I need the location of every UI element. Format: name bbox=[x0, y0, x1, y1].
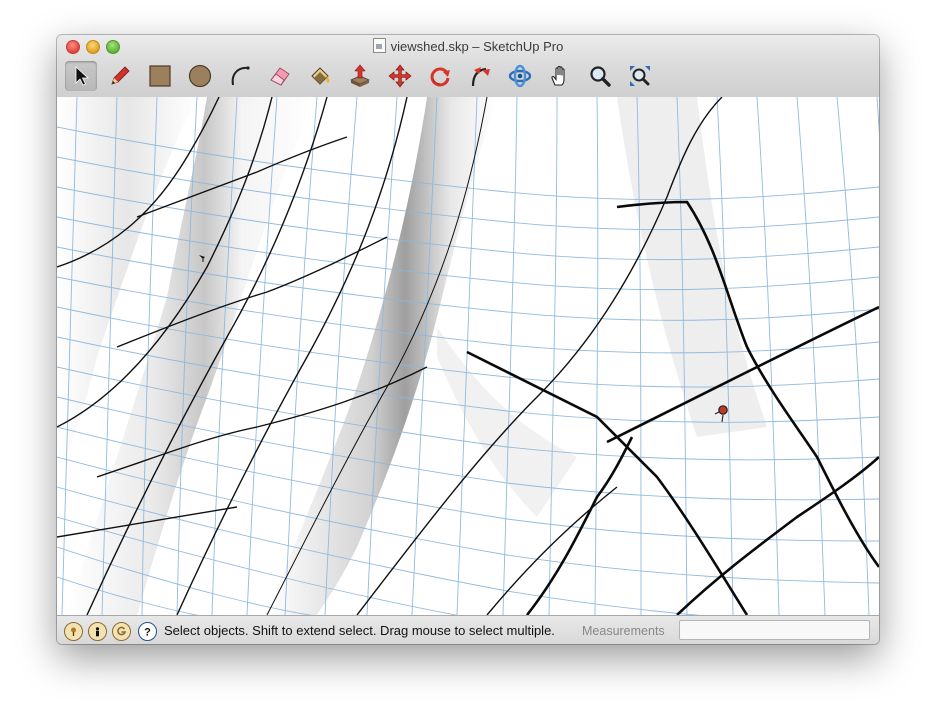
paint-bucket-icon bbox=[311, 67, 330, 85]
push-pull-tool-button[interactable] bbox=[344, 61, 376, 91]
select-arrow-icon bbox=[75, 66, 90, 86]
rotate-tool-button[interactable] bbox=[424, 61, 456, 91]
pan-hand-icon bbox=[551, 65, 565, 86]
circle-icon bbox=[188, 64, 212, 88]
rectangle-tool-button[interactable] bbox=[144, 61, 176, 91]
measurements-input[interactable] bbox=[679, 620, 870, 640]
orbit-tool-button[interactable] bbox=[504, 61, 536, 91]
zoom-icon bbox=[590, 66, 611, 87]
drawing-viewport[interactable] bbox=[57, 97, 879, 615]
move-icon bbox=[388, 64, 412, 88]
title-bar: viewshed.skp – SketchUp Pro bbox=[57, 35, 879, 98]
follow-me-icon bbox=[471, 67, 490, 87]
orbit-icon bbox=[508, 64, 532, 88]
zoom-extents-icon bbox=[630, 66, 650, 86]
geo-location-icon[interactable] bbox=[64, 622, 83, 641]
push-pull-icon bbox=[350, 64, 370, 87]
status-message: Select objects. Shift to extend select. … bbox=[164, 623, 555, 638]
measurements-label: Measurements bbox=[582, 624, 665, 638]
window-title: viewshed.skp – SketchUp Pro bbox=[57, 38, 879, 55]
line-tool-button[interactable] bbox=[104, 61, 136, 91]
document-icon bbox=[372, 38, 386, 53]
pencil-icon bbox=[111, 66, 130, 85]
pan-tool-button[interactable] bbox=[544, 61, 576, 91]
zoom-tool-button[interactable] bbox=[584, 61, 616, 91]
sketchup-window: viewshed.skp – SketchUp Pro ? Select obj… bbox=[57, 35, 879, 644]
move-tool-button[interactable] bbox=[384, 61, 416, 91]
follow-me-tool-button[interactable] bbox=[464, 61, 496, 91]
status-bar: ? Select objects. Shift to extend select… bbox=[57, 615, 879, 644]
paint-bucket-tool-button[interactable] bbox=[304, 61, 336, 91]
circle-tool-button[interactable] bbox=[184, 61, 216, 91]
select-tool-button[interactable] bbox=[65, 61, 97, 91]
instructor-help-icon[interactable]: ? bbox=[138, 622, 157, 641]
svg-text:?: ? bbox=[144, 627, 151, 638]
google-account-icon[interactable] bbox=[112, 622, 131, 641]
arc-icon bbox=[231, 66, 250, 86]
eraser-tool-button[interactable] bbox=[264, 61, 296, 91]
credits-icon[interactable] bbox=[88, 622, 107, 641]
zoom-extents-tool-button[interactable] bbox=[624, 61, 656, 91]
terrain-model bbox=[57, 97, 879, 615]
main-toolbar bbox=[63, 59, 873, 93]
arc-tool-button[interactable] bbox=[224, 61, 256, 91]
eraser-icon bbox=[270, 67, 290, 86]
rotate-icon bbox=[430, 67, 450, 87]
rectangle-icon bbox=[149, 65, 171, 87]
window-title-text: viewshed.skp – SketchUp Pro bbox=[390, 39, 564, 54]
